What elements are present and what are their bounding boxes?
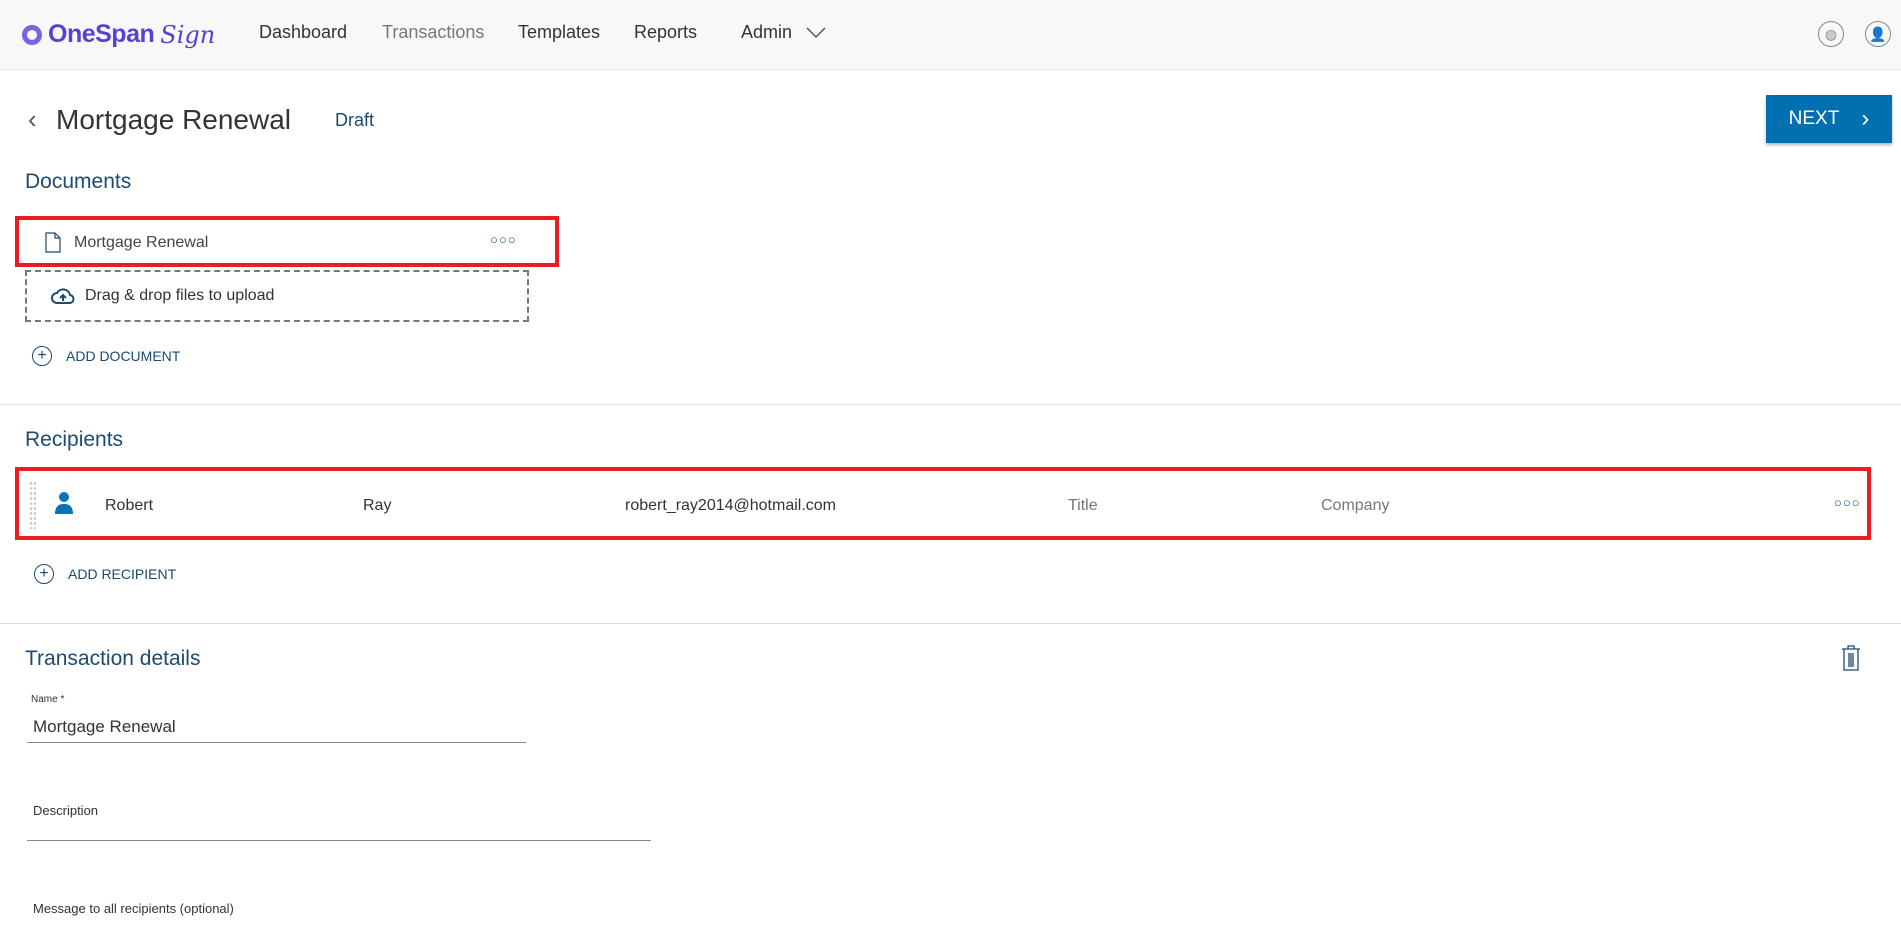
plus-circle-icon: + xyxy=(32,346,52,366)
recipient-title-field[interactable]: Title xyxy=(1068,497,1098,515)
back-chevron-icon[interactable]: ‹ xyxy=(28,104,37,135)
cloud-upload-icon xyxy=(51,288,75,304)
document-icon xyxy=(45,232,61,253)
name-label: Name * xyxy=(31,694,65,705)
description-label[interactable]: Description xyxy=(33,803,98,818)
add-recipient-button[interactable]: + ADD RECIPIENT xyxy=(34,564,176,584)
logo-text: OneSpan xyxy=(48,20,155,48)
add-document-label: ADD DOCUMENT xyxy=(66,348,181,364)
next-label: NEXT xyxy=(1788,108,1840,129)
document-item[interactable]: Mortgage Renewal ○○○ xyxy=(15,216,559,267)
upload-dropzone[interactable]: Drag & drop files to upload xyxy=(25,270,529,322)
documents-heading: Documents xyxy=(25,170,132,193)
section-divider xyxy=(0,404,1901,405)
section-divider xyxy=(0,623,1901,624)
status-badge: Draft xyxy=(335,110,375,130)
plus-circle-icon: + xyxy=(34,564,54,584)
globe-icon[interactable]: ◍ xyxy=(1818,21,1844,47)
nav-reports[interactable]: Reports xyxy=(634,22,697,43)
upload-text: Drag & drop files to upload xyxy=(85,287,275,304)
onespan-sign-logo[interactable]: OneSpan Sign xyxy=(22,20,215,49)
next-button[interactable]: NEXT › xyxy=(1766,95,1892,143)
add-recipient-label: ADD RECIPIENT xyxy=(68,566,177,582)
name-input[interactable]: Mortgage Renewal xyxy=(33,717,176,737)
top-nav-bar: OneSpan Sign Dashboard Transactions Temp… xyxy=(0,0,1901,70)
trash-icon[interactable] xyxy=(1841,645,1861,671)
transaction-details-heading: Transaction details xyxy=(25,647,201,670)
recipient-last-name[interactable]: Ray xyxy=(363,497,391,515)
recipient-first-name[interactable]: Robert xyxy=(105,497,153,515)
nav-templates[interactable]: Templates xyxy=(518,22,600,43)
recipient-email[interactable]: robert_ray2014@hotmail.com xyxy=(625,497,836,515)
user-profile-icon[interactable]: 👤 xyxy=(1865,21,1891,47)
logo-ring-icon xyxy=(22,24,42,45)
message-label[interactable]: Message to all recipients (optional) xyxy=(33,901,234,916)
page-title: Mortgage Renewal xyxy=(56,104,292,135)
recipient-company-field[interactable]: Company xyxy=(1321,497,1389,515)
nav-dashboard[interactable]: Dashboard xyxy=(259,22,347,43)
add-document-button[interactable]: + ADD DOCUMENT xyxy=(32,346,180,366)
recipient-row[interactable]: Robert Ray robert_ray2014@hotmail.com Ti… xyxy=(15,467,1871,540)
recipients-heading: Recipients xyxy=(25,428,124,451)
more-options-icon[interactable]: ○○○ xyxy=(1834,495,1861,510)
name-underline xyxy=(27,742,526,743)
description-underline xyxy=(27,840,651,841)
chevron-down-icon[interactable] xyxy=(806,27,826,39)
chevron-right-icon: › xyxy=(1861,105,1870,132)
nav-admin[interactable]: Admin xyxy=(741,22,792,43)
drag-handle-icon[interactable] xyxy=(29,481,36,529)
nav-transactions[interactable]: Transactions xyxy=(382,22,484,43)
person-icon xyxy=(55,492,73,514)
logo-script-text: Sign xyxy=(160,20,216,49)
more-options-icon[interactable]: ○○○ xyxy=(490,232,517,247)
document-name: Mortgage Renewal xyxy=(74,234,209,251)
